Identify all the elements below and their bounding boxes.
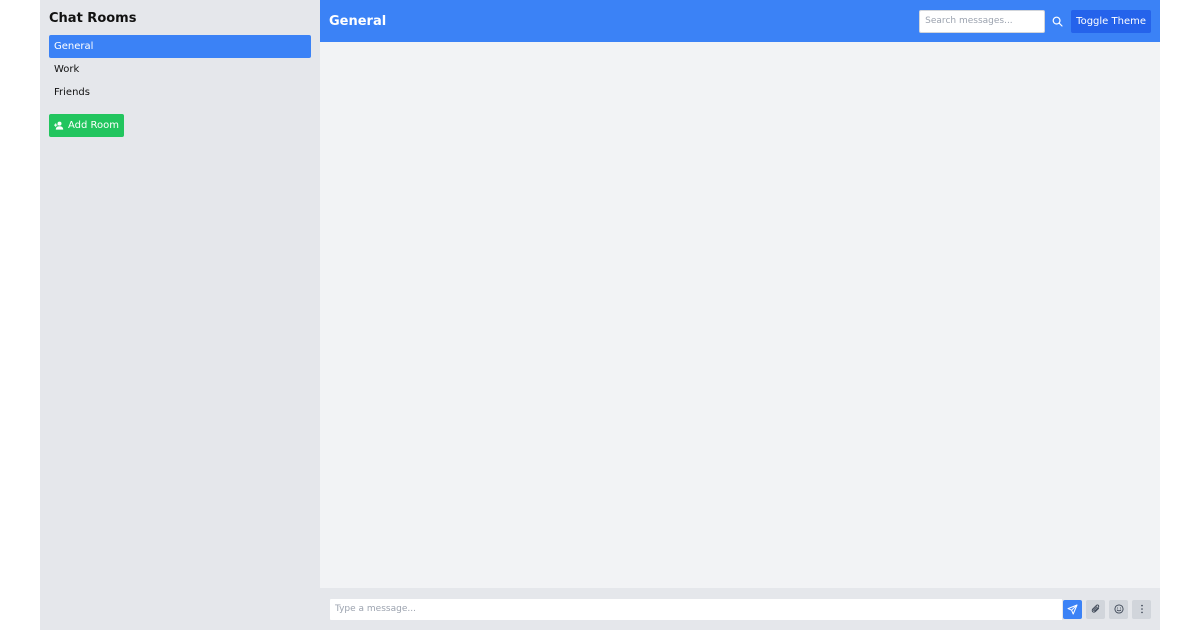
emoji-button[interactable]	[1109, 599, 1128, 619]
chat-app: Chat Rooms General Work Friends Add Room…	[40, 0, 1160, 630]
sidebar-title: Chat Rooms	[49, 11, 137, 26]
room-item-friends[interactable]: Friends	[49, 81, 311, 104]
attach-button[interactable]	[1086, 599, 1105, 619]
sidebar: Chat Rooms General Work Friends Add Room	[40, 0, 320, 630]
more-options-button[interactable]	[1132, 599, 1151, 619]
emoji-icon	[1113, 604, 1124, 614]
search-icon	[1052, 16, 1063, 27]
user-plus-icon	[54, 121, 64, 130]
chat-header: General Toggle Theme	[320, 0, 1160, 42]
search-button[interactable]	[1046, 10, 1068, 33]
send-icon	[1067, 604, 1078, 614]
messages-area[interactable]	[320, 42, 1160, 588]
more-vertical-icon	[1140, 604, 1143, 614]
room-item-general[interactable]: General	[49, 35, 311, 58]
message-composer	[320, 588, 1160, 630]
room-list: General Work Friends	[49, 35, 311, 104]
search-input[interactable]	[919, 9, 1046, 33]
message-input[interactable]	[329, 597, 1063, 621]
room-item-work[interactable]: Work	[49, 58, 311, 81]
toggle-theme-button[interactable]: Toggle Theme	[1071, 9, 1151, 33]
chat-main: General Toggle Theme	[320, 0, 1160, 630]
send-button[interactable]	[1063, 599, 1082, 619]
add-room-label: Add Room	[68, 120, 120, 131]
paperclip-icon	[1091, 604, 1099, 613]
room-title: General	[329, 13, 387, 29]
add-room-button[interactable]: Add Room	[49, 114, 125, 137]
